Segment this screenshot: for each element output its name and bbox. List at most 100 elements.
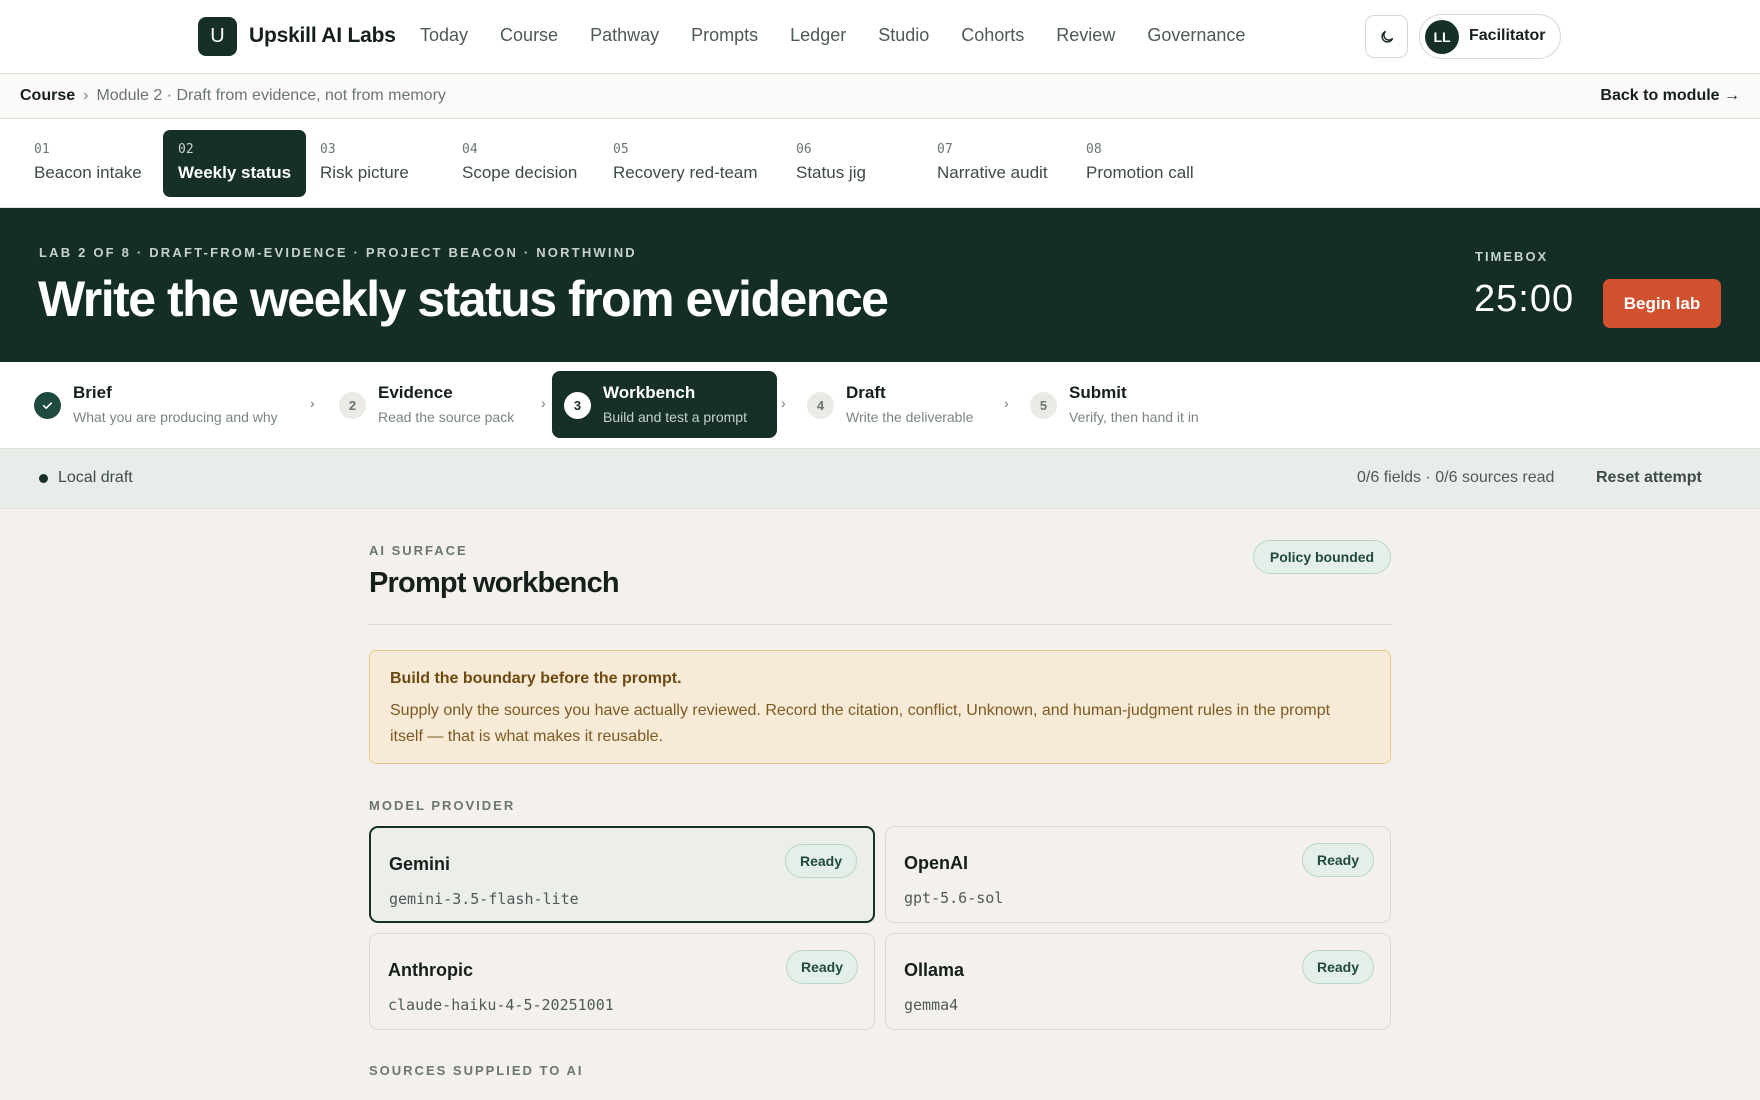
top-nav-bar: U Upskill AI Labs Today Course Pathway P… [0,0,1760,74]
step-brief[interactable]: Brief What you are producing and why [22,371,302,438]
lab-kicker: LAB 2 OF 8 · DRAFT-FROM-EVIDENCE · PROJE… [39,245,637,260]
lab-tab-04[interactable]: 04 Scope decision [447,130,592,197]
callout-title: Build the boundary before the prompt. [390,670,682,687]
nav-item-ledger[interactable]: Ledger [790,25,846,46]
timebox-label: TIMEBOX [1475,249,1549,264]
lab-tab-number: 07 [937,142,953,157]
lab-tab-01[interactable]: 01 Beacon intake [19,130,157,197]
nav-item-governance[interactable]: Governance [1147,25,1245,46]
lab-tab-label: Recovery red-team [613,163,758,182]
breadcrumb-separator: › [83,87,89,104]
model-provider-label: MODEL PROVIDER [369,798,516,813]
lab-tab-07[interactable]: 07 Narrative audit [922,130,1063,197]
callout-body: Supply only the sources you have actuall… [390,702,1331,745]
lab-hero: LAB 2 OF 8 · DRAFT-FROM-EVIDENCE · PROJE… [0,208,1760,362]
app-logo[interactable]: U [198,17,237,56]
lab-tab-number: 08 [1086,142,1102,157]
step-workbench[interactable]: 3 Workbench Build and test a prompt [552,371,777,438]
status-badge: Ready [784,844,857,878]
step-number: 3 [564,392,591,419]
avatar: LL [1425,20,1459,54]
step-subtitle: Read the source pack [378,409,515,425]
lab-tab-label: Narrative audit [937,163,1048,182]
nav-item-studio[interactable]: Studio [878,25,929,46]
nav-item-prompts[interactable]: Prompts [691,25,758,46]
provider-card-ollama[interactable]: Ollama gemma4 Ready [885,933,1391,1030]
step-title: Brief [73,383,112,402]
nav-item-today[interactable]: Today [420,25,468,46]
lab-tab-number: 05 [613,142,629,157]
back-to-module-link[interactable]: Back to module → [1600,87,1740,105]
breadcrumb-course[interactable]: Course [20,87,75,104]
lab-tab-label: Beacon intake [34,163,142,182]
progress-counts: 0/6 fields · 0/6 sources read [1357,469,1555,486]
lab-tab-02[interactable]: 02 Weekly status [163,130,307,197]
lab-tab-03[interactable]: 03 Risk picture [305,130,424,197]
lab-tab-05[interactable]: 05 Recovery red-team [598,130,773,197]
begin-lab-button[interactable]: Begin lab [1603,279,1721,328]
section-title: Prompt workbench [369,567,620,599]
nav-item-cohorts[interactable]: Cohorts [961,25,1024,46]
step-draft[interactable]: 4 Draft Write the deliverable [795,371,995,438]
divider [369,624,1391,625]
draft-status: Local draft [58,469,133,486]
draft-status-bar: Local draft 0/6 fields · 0/6 sources rea… [0,449,1760,509]
user-role: Facilitator [1469,27,1546,44]
step-evidence[interactable]: 2 Evidence Read the source pack [327,371,537,438]
lab-stepper: Brief What you are producing and why › 2… [0,362,1760,449]
provider-model: claude-haiku-4-5-20251001 [388,996,614,1014]
lab-tab-06[interactable]: 06 Status jig [781,130,881,197]
policy-badge: Policy bounded [1253,540,1391,574]
lab-tab-label: Status jig [796,163,866,182]
lab-tab-label: Weekly status [178,163,292,182]
chevron-right-icon: › [310,395,315,411]
breadcrumb: Course › Module 2 · Draft from evidence, n… [20,87,446,105]
reset-attempt-button[interactable]: Reset attempt [1596,469,1702,487]
step-subtitle: Verify, then hand it in [1069,409,1199,425]
step-title: Workbench [603,383,696,402]
step-submit[interactable]: 5 Submit Verify, then hand it in [1018,371,1238,438]
step-title: Submit [1069,383,1127,402]
moon-icon [1380,30,1393,43]
nav-item-course[interactable]: Course [500,25,558,46]
chevron-right-icon: › [1004,395,1009,411]
lab-tab-label: Scope decision [462,163,578,182]
step-number: 4 [807,392,834,419]
provider-name: OpenAI [904,853,969,873]
lab-tab-number: 02 [178,142,194,157]
lab-tab-number: 06 [796,142,812,157]
provider-model: gemini-3.5-flash-lite [389,890,579,908]
step-number: 5 [1030,392,1057,419]
lab-tab-label: Promotion call [1086,163,1194,182]
lab-tab-number: 01 [34,142,50,157]
theme-toggle-button[interactable] [1365,15,1408,58]
chevron-right-icon: › [781,395,786,411]
chevron-right-icon: › [541,395,546,411]
nav-item-pathway[interactable]: Pathway [590,25,659,46]
breadcrumb-current: Module 2 · Draft from evidence, not from… [96,87,446,104]
sources-label: SOURCES SUPPLIED TO AI [369,1063,584,1078]
lab-tab-number: 04 [462,142,478,157]
step-title: Evidence [378,383,453,402]
nav-item-review[interactable]: Review [1056,25,1115,46]
provider-model: gemma4 [904,996,959,1014]
check-icon [34,392,61,419]
boundary-callout: Build the boundary before the prompt. Su… [369,650,1391,764]
section-kicker: AI SURFACE [369,543,468,558]
brand-name[interactable]: Upskill AI Labs [249,24,396,48]
provider-name: Gemini [389,854,451,874]
provider-name: Ollama [904,960,965,980]
user-menu-button[interactable]: LL Facilitator [1419,14,1561,59]
status-badge: Ready [1301,843,1374,877]
lab-tab-08[interactable]: 08 Promotion call [1071,130,1209,197]
lab-tabs: 01 Beacon intake 02 Weekly status 03 Risk p… [0,119,1760,208]
main-nav: Today Course Pathway Prompts Ledger Stud… [420,25,1277,46]
provider-card-openai[interactable]: OpenAI gpt-5.6-sol Ready [885,826,1391,923]
lab-tab-label: Risk picture [320,163,409,182]
step-number: 2 [339,392,366,419]
status-dot-icon [39,474,48,483]
provider-name: Anthropic [388,960,473,980]
provider-card-anthropic[interactable]: Anthropic claude-haiku-4-5-20251001 Read… [369,933,875,1030]
page-title: Write the weekly status from evidence [38,271,889,327]
provider-card-gemini[interactable]: Gemini gemini-3.5-flash-lite Ready [369,826,875,923]
